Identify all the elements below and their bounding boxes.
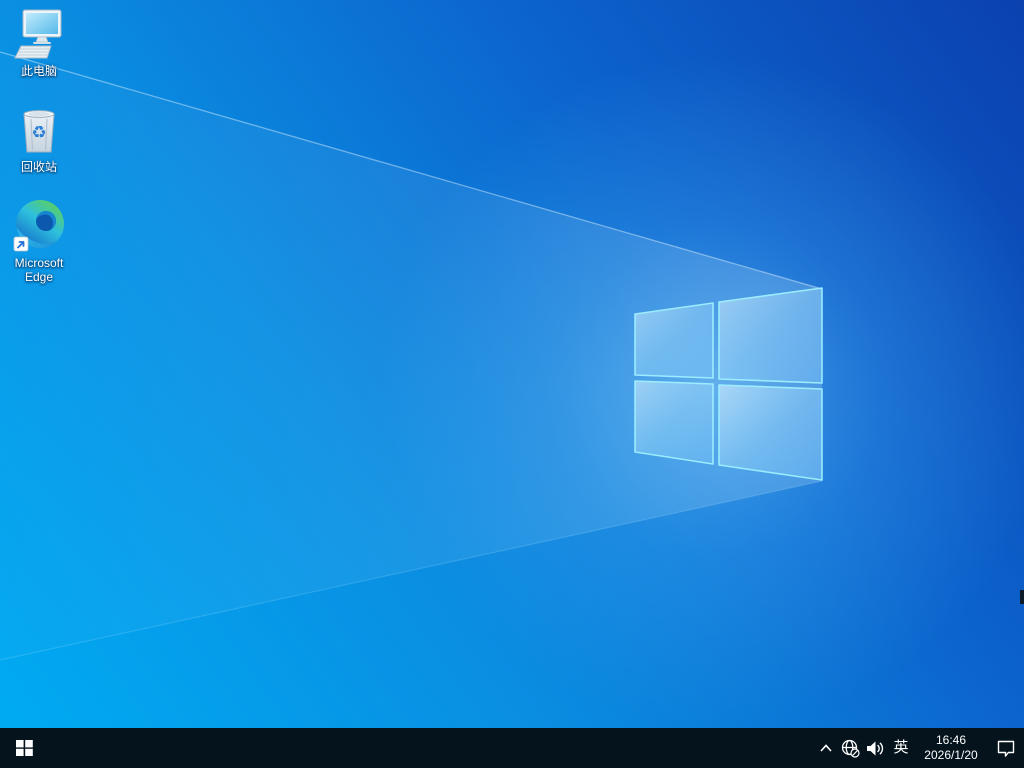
windows-logo-pane-bottom-right — [718, 384, 823, 481]
windows-logo-pane-bottom-left — [634, 380, 714, 465]
network-status-button[interactable] — [838, 728, 862, 768]
clock-time: 16:46 — [935, 733, 967, 747]
hidden-icons-button[interactable] — [814, 728, 838, 768]
taskbar-clock[interactable]: 16:46 2026/1/20 — [914, 733, 988, 763]
microsoft-edge-label: Microsoft Edge — [14, 256, 64, 284]
shortcut-arrow-badge — [13, 236, 29, 252]
desktop-icon-recycle-bin[interactable]: ♻ 回收站 — [1, 104, 77, 174]
this-pc-icon — [11, 8, 67, 62]
desktop-icon-microsoft-edge[interactable]: Microsoft Edge — [1, 200, 77, 284]
microsoft-edge-icon — [11, 200, 67, 254]
desktop-icon-this-pc[interactable]: 此电脑 — [1, 8, 77, 78]
action-center-bubble-icon — [997, 740, 1015, 757]
hidden-icons-chevron-icon — [820, 744, 832, 752]
speaker-volume-icon — [867, 741, 884, 755]
windows-logo-pane-top-right — [718, 287, 823, 384]
clock-date: 2026/1/20 — [924, 748, 978, 762]
ime-indicator[interactable]: 英 — [888, 728, 914, 768]
recycle-bin-icon: ♻ — [11, 104, 67, 158]
windows-start-icon — [15, 740, 33, 756]
screen-edge-artifact — [1020, 590, 1024, 604]
action-center-button[interactable] — [988, 728, 1024, 768]
desktop-screen: 此电脑 ♻ 回收站 Microsoft Edge 英 16:46 2026/1/… — [0, 0, 1024, 768]
svg-text:♻: ♻ — [31, 123, 46, 143]
windows-logo-pane-top-left — [634, 302, 714, 379]
this-pc-label: 此电脑 — [20, 64, 57, 78]
network-globe-offline-icon — [841, 739, 860, 758]
start-button[interactable] — [0, 728, 48, 768]
wallpaper-windows-light-rays[interactable] — [0, 0, 1024, 728]
volume-button[interactable] — [862, 728, 888, 768]
taskbar: 英 16:46 2026/1/20 — [0, 728, 1024, 768]
system-tray: 英 16:46 2026/1/20 — [814, 728, 1024, 768]
recycle-bin-label: 回收站 — [20, 160, 57, 174]
